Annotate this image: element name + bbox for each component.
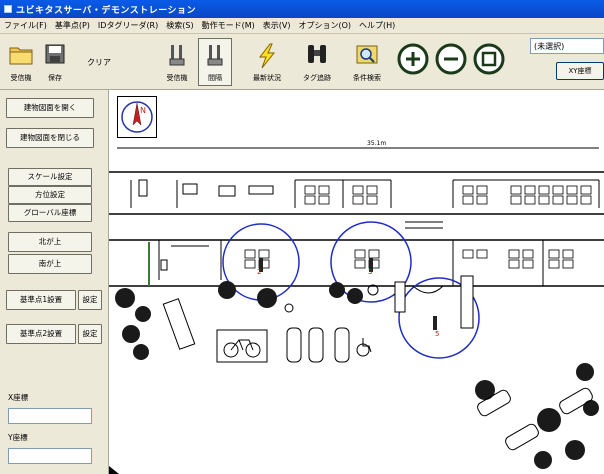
latest-status-button[interactable]: 最新状況 <box>246 38 288 86</box>
close-map-button[interactable]: 建物図面を閉じる <box>6 128 94 148</box>
menu-help[interactable]: ヘルプ(H) <box>355 20 399 31</box>
sidebar: 建物図面を開く 建物図面を閉じる スケール設定 方位設定 グローバル座標 北が上… <box>0 90 107 474</box>
direction-setting-button[interactable]: 方位設定 <box>8 186 92 204</box>
condition-search-button[interactable]: 条件検索 <box>346 38 388 86</box>
reference-point-2-button[interactable]: 基準点2設置 <box>6 324 76 344</box>
search-folder-icon <box>356 45 378 64</box>
zoom-in-icon[interactable] <box>396 42 430 76</box>
north-up-button[interactable]: 北が上 <box>8 232 92 252</box>
antenna <box>433 316 437 330</box>
planter <box>460 275 474 329</box>
wheelchair-icon <box>356 338 372 357</box>
window-title: ユビキタスサーバ・デモンストレーション <box>16 5 197 16</box>
menu-bar: ファイル(F) 基準点(P) IDタグリーダ(R) 検索(S) 動作モード(M)… <box>0 18 604 34</box>
desk <box>248 185 274 195</box>
global-coordinate-button[interactable]: グローバル座標 <box>8 204 92 222</box>
save-button[interactable]: 保存 <box>40 38 70 86</box>
x-coordinate-label: X座標 <box>8 393 29 402</box>
door <box>412 285 444 294</box>
zoom-fit-icon[interactable] <box>472 42 506 76</box>
door <box>160 259 168 271</box>
trees <box>115 281 599 469</box>
desk <box>138 179 148 197</box>
menu-search[interactable]: 検索(S) <box>162 20 197 31</box>
clear-button[interactable]: クリア <box>82 38 116 86</box>
zoom-out-icon[interactable] <box>434 42 468 76</box>
floor-plan: 2 3 5 <box>109 147 604 474</box>
reference-point-1-set-button[interactable]: 設定 <box>78 290 102 310</box>
receiver-icon <box>169 45 185 66</box>
truck <box>162 298 196 350</box>
tag-marker-2: 2 <box>257 268 261 276</box>
xy-coordinate-button[interactable]: XY座標 <box>556 62 604 80</box>
scale-setting-button[interactable]: スケール設定 <box>8 168 92 186</box>
x-coordinate-field[interactable] <box>8 408 92 424</box>
open-map-button[interactable]: 建物図面を開く <box>6 98 94 118</box>
desk <box>182 183 198 195</box>
menu-options[interactable]: オプション(O) <box>294 20 355 31</box>
menu-view[interactable]: 表示(V) <box>259 20 295 31</box>
tag-marker-5: 5 <box>435 330 439 338</box>
desk <box>218 185 236 197</box>
folder-icon <box>9 47 33 65</box>
interval-button[interactable]: 間隔 <box>198 38 232 86</box>
desk-cluster <box>304 185 592 205</box>
y-coordinate-label: Y座標 <box>8 433 28 442</box>
binoculars-icon <box>308 45 326 63</box>
south-up-button[interactable]: 南が上 <box>8 254 92 274</box>
receiver-button[interactable]: 受信機 <box>160 38 194 86</box>
floppy-disk-icon <box>45 44 65 64</box>
pole <box>284 303 294 313</box>
menu-tag-reader[interactable]: IDタグリーダ(R) <box>94 20 162 31</box>
interval-icon <box>207 45 223 66</box>
corner-mark <box>109 466 119 474</box>
selection-combo[interactable]: (未選択) <box>530 38 604 54</box>
menu-file[interactable]: ファイル(F) <box>0 20 51 31</box>
menu-reference-point[interactable]: 基準点(P) <box>51 20 94 31</box>
lightning-icon <box>258 43 276 69</box>
parking-cars <box>286 327 350 363</box>
menu-mode[interactable]: 動作モード(M) <box>198 20 259 31</box>
toolbar: 受信機 保存 クリア 受信機 間隔 最新状況 タグ追跡 条件検索 <box>0 34 604 90</box>
map-canvas[interactable]: N 35.1m 2 3 5 <box>108 90 604 474</box>
planter <box>394 281 406 313</box>
receive-button[interactable]: 受信機 <box>4 38 38 86</box>
bike-parking <box>216 329 268 363</box>
y-coordinate-field[interactable] <box>8 448 92 464</box>
title-bar: ユビキタスサーバ・デモンストレーション <box>0 0 604 18</box>
tag-trace-button[interactable]: タグ追跡 <box>296 38 338 86</box>
reference-point-2-set-button[interactable]: 設定 <box>78 324 102 344</box>
tag-marker-3: 3 <box>368 268 372 276</box>
app-icon <box>4 5 12 13</box>
reference-point-1-button[interactable]: 基準点1設置 <box>6 290 76 310</box>
desk-cluster <box>244 249 574 269</box>
